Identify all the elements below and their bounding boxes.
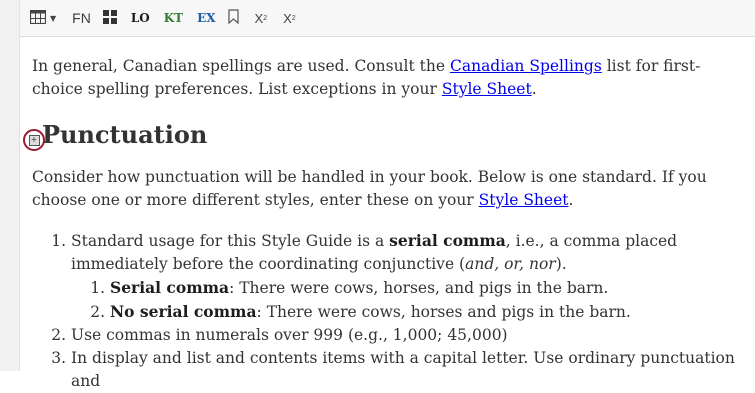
bookmark-icon xyxy=(227,8,239,28)
canadian-spellings-link[interactable]: Canadian Spellings xyxy=(450,57,602,75)
table-icon xyxy=(29,9,47,28)
list-item: No serial comma: There were cows, horses… xyxy=(110,300,747,324)
grid-layout-button[interactable] xyxy=(97,4,123,32)
left-gutter xyxy=(0,0,20,371)
style-sheet-link-2[interactable]: Style Sheet xyxy=(479,191,569,209)
intro-paragraph: In general, Canadian spellings are used.… xyxy=(32,57,701,98)
insert-table-button[interactable]: ▼ xyxy=(20,4,62,32)
list-item: Serial comma: There were cows, horses, a… xyxy=(110,276,747,300)
footnote-button[interactable]: FN xyxy=(66,4,97,32)
section-heading: Punctuation xyxy=(42,120,208,149)
learning-objectives-button[interactable]: LO xyxy=(125,4,156,32)
style-sheet-link[interactable]: Style Sheet xyxy=(442,80,532,98)
punctuation-intro-paragraph: Consider how punctuation will be handled… xyxy=(32,168,707,209)
exercises-button[interactable]: EX xyxy=(191,4,221,32)
list-item: Use commas in numerals over 999 (e.g., 1… xyxy=(71,324,747,347)
subscript-button[interactable]: X2 xyxy=(277,4,302,32)
bookmark-button[interactable] xyxy=(222,4,245,32)
editor-toolbar: ▼ FN LO KT EX X2 X2 xyxy=(20,0,755,37)
sub-list: Serial comma: There were cows, horses, a… xyxy=(71,276,747,324)
list-item: In display and list and contents items w… xyxy=(71,347,747,393)
superscript-button[interactable]: X2 xyxy=(249,4,274,32)
key-takeaways-button[interactable]: KT xyxy=(158,4,189,32)
grid-icon xyxy=(102,9,117,28)
punctuation-list: Standard usage for this Style Guide is a… xyxy=(32,229,747,393)
chevron-down-icon[interactable]: ▼ xyxy=(50,14,56,23)
list-item: Standard usage for this Style Guide is a… xyxy=(71,229,747,324)
editor-content[interactable]: In general, Canadian spellings are used.… xyxy=(32,36,747,393)
